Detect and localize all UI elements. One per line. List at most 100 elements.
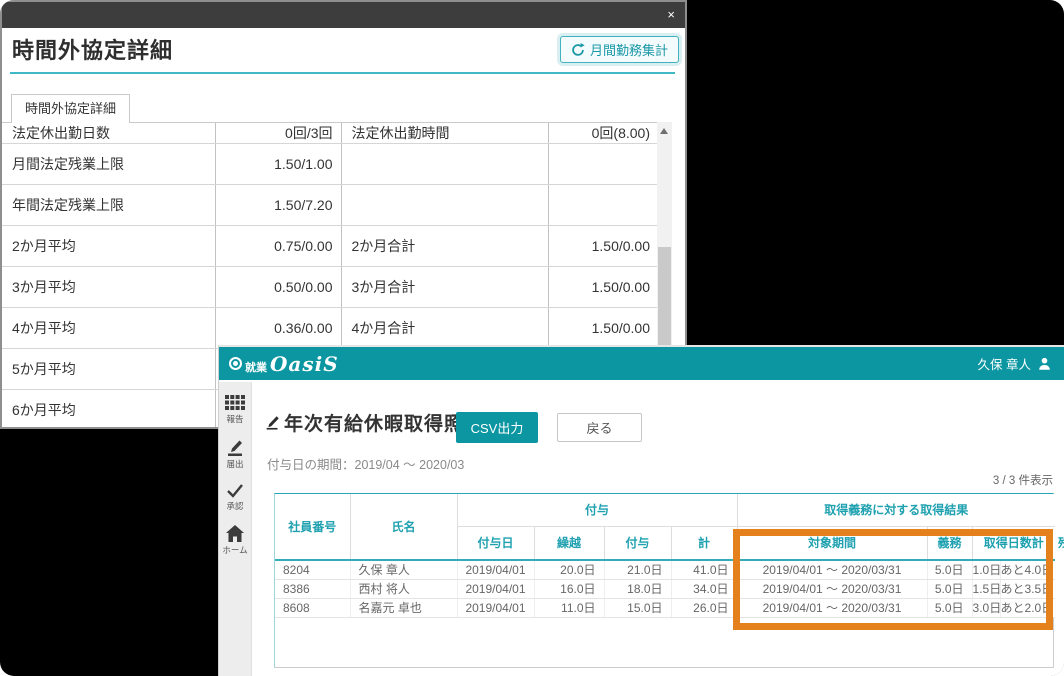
remaining-cell: あと2.0日 [1000, 598, 1055, 617]
grid-icon [225, 395, 245, 411]
metric-label: 5か月平均 [2, 349, 215, 390]
grant-date-cell: 2019/04/01 [457, 560, 534, 579]
emp-no-cell: 8386 [275, 579, 350, 598]
refresh-icon [571, 43, 585, 57]
taken-cell: 3.0日 [972, 598, 1000, 617]
metric-value: 0.75/0.00 [215, 226, 341, 267]
monthly-summary-label: 月間勤務集計 [590, 40, 668, 59]
duty-cell: 5.0日 [927, 598, 972, 617]
col-header-granted: 付与 [604, 526, 671, 560]
emp-no-cell: 8204 [275, 560, 350, 579]
table-row[interactable]: 8608 名嘉元 卓也 2019/04/01 11.0日 15.0日 26.0日… [275, 598, 1055, 617]
table-row[interactable]: 8386 西村 将人 2019/04/01 16.0日 18.0日 34.0日 … [275, 579, 1055, 598]
metric-label: 4か月平均 [2, 308, 215, 349]
logo-text: OasiS [270, 352, 339, 376]
metric-value: 0.50/0.00 [215, 267, 341, 308]
grant-date-cell: 2019/04/01 [457, 579, 534, 598]
back-button[interactable]: 戻る [557, 413, 642, 442]
table-row: 年間法定残業上限 1.50/7.20 [2, 185, 658, 226]
carryover-cell: 16.0日 [534, 579, 604, 598]
granted-cell: 18.0日 [604, 579, 671, 598]
taken-cell: 1.5日 [972, 579, 1000, 598]
window-titlebar[interactable]: × [2, 2, 685, 28]
sidebar-item-home[interactable]: ホーム [222, 525, 247, 556]
col-header-period: 対象期間 [737, 526, 927, 560]
metric-label: 法定休出勤時間 [341, 123, 548, 144]
table-row: 月間法定残業上限 1.50/1.00 [2, 144, 658, 185]
period-cell: 2019/04/01 ～ 2020/03/31 [737, 560, 927, 579]
sidebar-item-label: ホーム [222, 544, 247, 556]
table-row: 法定休出勤日数 0回/3回 法定休出勤時間 0回(8.00) [2, 123, 658, 144]
period-cell: 2019/04/01 ～ 2020/03/31 [737, 579, 927, 598]
result-count-label: 3 / 3 件表示 [993, 472, 1053, 488]
emp-no-cell: 8608 [275, 598, 350, 617]
tab-overtime-detail[interactable]: 時間外協定詳細 [11, 94, 130, 123]
main-content: 年次有給休暇取得照会 CSV出力 戻る 付与日の期間：2019/04 ～ 202… [252, 382, 1064, 676]
name-cell: 久保 章人 [350, 560, 457, 579]
sidebar: 報告 届出 承認 ホーム [219, 382, 252, 676]
metric-value: 0回/3回 [215, 123, 341, 144]
metric-value [548, 185, 658, 226]
pencil-icon [265, 415, 280, 430]
col-header-carryover: 繰越 [534, 526, 604, 560]
monthly-summary-button[interactable]: 月間勤務集計 [560, 36, 679, 63]
grant-date-cell: 2019/04/01 [457, 598, 534, 617]
sidebar-item-submit[interactable]: 届出 [226, 438, 244, 470]
col-header-emp-no: 社員番号 [275, 494, 350, 560]
col-header-taken-total: 取得日数計 [972, 526, 1055, 560]
table-row[interactable]: 8204 久保 章人 2019/04/01 20.0日 21.0日 41.0日 … [275, 560, 1055, 579]
user-name: 久保 章人 [978, 354, 1031, 373]
close-icon[interactable]: × [667, 6, 675, 24]
metric-label: 6か月平均 [2, 390, 215, 428]
app-logo[interactable]: 就業 OasiS [229, 352, 339, 376]
grant-period-label: 付与日の期間：2019/04 ～ 2020/03 [267, 454, 464, 473]
leave-table-container: 社員番号 氏名 付与 取得義務に対する取得結果 付与日 繰越 付与 計 対象期間… [274, 493, 1054, 668]
col-header-name: 氏名 [350, 494, 457, 560]
app-header: 就業 OasiS 久保 章人 [219, 347, 1064, 380]
logo-circle-icon [229, 357, 242, 370]
duty-cell: 5.0日 [927, 560, 972, 579]
remaining-cell: あと3.5日 [1000, 579, 1055, 598]
metric-value: 1.50/0.00 [548, 308, 658, 349]
metric-label: 月間法定残業上限 [2, 144, 215, 185]
metric-value [548, 144, 658, 185]
logo-prefix: 就業 [245, 359, 267, 375]
screenshot-stage: × 時間外協定詳細 月間勤務集計 時間外協定詳細 法定休出勤日数 0回/3回 法… [0, 0, 1064, 676]
table-row: 3か月平均 0.50/0.00 3か月合計 1.50/0.00 [2, 267, 658, 308]
clipped-column-fragment: 残 [1058, 534, 1064, 551]
remaining-cell: あと4.0日 [1000, 560, 1055, 579]
check-icon [226, 483, 244, 498]
metric-label: 3か月合計 [341, 267, 548, 308]
metric-value: 1.50/0.00 [548, 226, 658, 267]
metric-value: 0.36/0.00 [215, 308, 341, 349]
period-cell: 2019/04/01 ～ 2020/03/31 [737, 598, 927, 617]
col-header-grant-date: 付与日 [457, 526, 534, 560]
metric-label: 法定休出勤日数 [2, 123, 215, 144]
carryover-cell: 20.0日 [534, 560, 604, 579]
sidebar-item-label: 報告 [226, 413, 243, 425]
duty-cell: 5.0日 [927, 579, 972, 598]
col-group-result: 取得義務に対する取得結果 [737, 494, 1055, 526]
scroll-up-icon[interactable] [660, 128, 668, 134]
metric-label: 4か月合計 [341, 308, 548, 349]
page-title: 時間外協定詳細 [12, 33, 173, 65]
pencil-icon [226, 438, 244, 456]
user-menu[interactable]: 久保 章人 [978, 354, 1052, 373]
metric-label [341, 185, 548, 226]
carryover-cell: 11.0日 [534, 598, 604, 617]
name-cell: 西村 将人 [350, 579, 457, 598]
page-title-row: 年次有給休暇取得照会 [265, 409, 484, 436]
oasis-window: 就業 OasiS 久保 章人 報告 [218, 345, 1064, 676]
metric-label: 年間法定残業上限 [2, 185, 215, 226]
metric-value: 1.50/7.20 [215, 185, 341, 226]
name-cell: 名嘉元 卓也 [350, 598, 457, 617]
sidebar-item-approve[interactable]: 承認 [226, 483, 244, 512]
col-header-total: 計 [671, 526, 737, 560]
home-icon [226, 525, 244, 542]
metric-label: 2か月合計 [341, 226, 548, 267]
total-cell: 34.0日 [671, 579, 737, 598]
sidebar-item-report[interactable]: 報告 [225, 395, 245, 425]
metric-value: 1.50/0.00 [548, 267, 658, 308]
csv-export-button[interactable]: CSV出力 [456, 412, 538, 443]
sidebar-item-label: 届出 [226, 458, 243, 470]
